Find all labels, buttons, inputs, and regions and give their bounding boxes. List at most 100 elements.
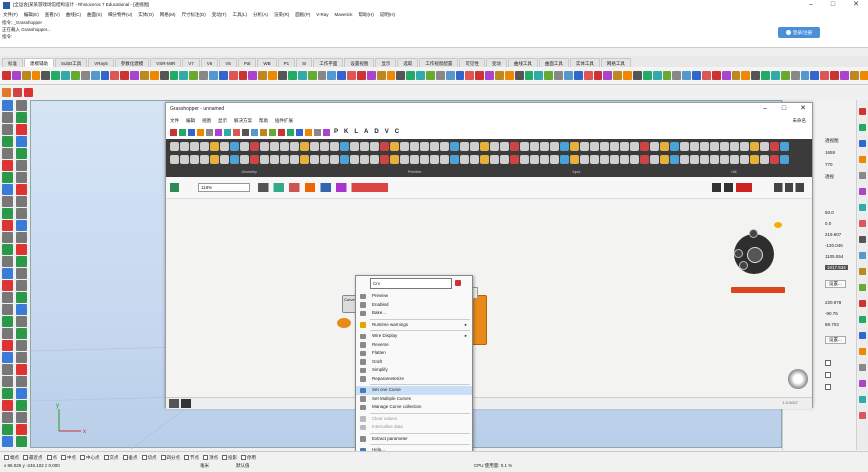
gh-component-icon[interactable] <box>400 142 409 151</box>
gh-component-icon[interactable] <box>410 142 419 151</box>
left-tool-icon[interactable] <box>2 292 13 303</box>
gh-tab-icon[interactable] <box>314 128 321 136</box>
toolbar-icon[interactable] <box>347 71 356 80</box>
gh-component-icon[interactable] <box>750 155 759 164</box>
osnap-checkbox[interactable] <box>141 455 147 460</box>
panel-tab-icon[interactable] <box>859 316 866 323</box>
property-value[interactable]: 设置... <box>825 336 846 344</box>
toolbar-icon[interactable] <box>524 71 534 80</box>
panel-tab-icon[interactable] <box>859 364 866 371</box>
gh-component-icon[interactable] <box>550 155 559 164</box>
brush-icon[interactable] <box>13 88 22 97</box>
toolbar-icon[interactable] <box>2 71 11 80</box>
gh-component-icon[interactable] <box>360 155 369 164</box>
gh-tab-icon[interactable] <box>242 128 249 136</box>
toolbar-tab[interactable]: 工作平面 <box>313 58 344 67</box>
gh-component-icon[interactable] <box>330 155 339 164</box>
gh-component-icon[interactable] <box>340 155 349 164</box>
toolbar-icon[interactable] <box>800 71 810 80</box>
menu-item[interactable]: 编辑(E) <box>24 12 39 18</box>
gh-component-icon[interactable] <box>360 142 369 151</box>
panel-tab-icon[interactable] <box>859 108 866 115</box>
gh-component-icon[interactable] <box>600 155 609 164</box>
gh-canvas[interactable]: Curve <box>166 199 812 397</box>
toolbar-icon[interactable] <box>613 71 623 80</box>
toolbar-icon[interactable] <box>692 71 702 80</box>
toolbar-icon[interactable] <box>652 71 662 80</box>
gh-component-icon[interactable] <box>580 155 589 164</box>
toolbar-icon[interactable] <box>100 71 110 80</box>
left-tool-icon[interactable] <box>15 328 27 339</box>
toolbar-tab[interactable]: WB <box>257 58 277 67</box>
toolbar-tab[interactable]: 实体工具 <box>569 58 600 67</box>
toolbar-icon[interactable] <box>356 71 366 80</box>
context-menu-item[interactable]: Wire Display ▸ <box>356 332 472 341</box>
gh-tab-letter[interactable]: V <box>385 129 389 135</box>
context-menu-item[interactable]: Simplify <box>356 366 472 375</box>
gh-component-icon[interactable] <box>390 142 399 151</box>
gh-component-icon[interactable] <box>280 142 289 151</box>
gh-component-icon[interactable] <box>420 142 429 151</box>
panel-tab-icon[interactable] <box>859 412 866 419</box>
toolbar-icon[interactable] <box>741 71 751 80</box>
osnap-checkbox[interactable] <box>4 455 9 460</box>
gh-component-icon[interactable] <box>430 142 439 151</box>
gh-component-icon[interactable] <box>520 155 529 164</box>
gh-component-icon[interactable] <box>450 155 459 164</box>
toolbar-tab[interactable]: 工作视窗配置 <box>419 58 459 67</box>
toolbar-icon[interactable] <box>287 71 297 80</box>
osnap-toggle[interactable]: 交点 <box>103 454 119 461</box>
command-prompt[interactable]: 指令: <box>0 33 868 40</box>
menu-item[interactable]: V-Ray <box>316 12 328 17</box>
gh-component-icon[interactable] <box>230 142 239 151</box>
left-tool-icon[interactable] <box>15 220 27 231</box>
gh-component-icon[interactable] <box>470 155 479 164</box>
toolbar-icon[interactable] <box>199 71 209 80</box>
gh-component-icon[interactable] <box>490 155 499 164</box>
toolbar-icon[interactable] <box>465 71 475 80</box>
gh-menu-item[interactable]: 文件 <box>170 115 179 126</box>
property-checkbox[interactable] <box>825 360 831 366</box>
toolbar-icon[interactable] <box>140 71 149 80</box>
gh-tab-letter[interactable]: A <box>364 129 368 135</box>
toolbar-tab[interactable]: 建模辅助 <box>24 58 54 67</box>
gh-minimize-button[interactable]: – <box>756 103 774 115</box>
toolbar-icon[interactable] <box>682 71 692 80</box>
gh-component-icon[interactable] <box>770 155 779 164</box>
toolbar-icon[interactable] <box>662 71 672 80</box>
gh-component-icon[interactable] <box>640 142 649 151</box>
osnap-toggle[interactable]: 中心点 <box>80 454 100 461</box>
context-menu-item[interactable]: Enabled <box>356 301 472 310</box>
toolbar-icon[interactable] <box>475 71 485 80</box>
gh-component-icon[interactable] <box>200 142 209 151</box>
gh-save-icon[interactable] <box>170 183 179 192</box>
minimize-button[interactable]: – <box>800 0 822 10</box>
gh-component-icon[interactable] <box>650 142 659 151</box>
toolbar-tab[interactable]: 曲线工具 <box>507 58 538 67</box>
context-menu-item[interactable]: Reverse <box>356 341 472 350</box>
left-tool-icon[interactable] <box>15 268 27 279</box>
menu-item[interactable]: 曲面(S) <box>87 12 102 18</box>
toolbar-icon[interactable] <box>11 71 21 80</box>
toolbar-tab[interactable]: 设置视图 <box>344 58 375 67</box>
left-tool-icon[interactable] <box>2 244 13 255</box>
gh-component-icon[interactable] <box>430 155 439 164</box>
left-tool-icon[interactable] <box>15 196 27 207</box>
grid-icon[interactable] <box>24 88 33 97</box>
osnap-toggle[interactable]: 最近点 <box>23 454 43 461</box>
osnap-checkbox[interactable] <box>103 455 109 460</box>
gh-component-icon[interactable] <box>540 142 549 151</box>
toolbar-icon[interactable] <box>544 71 554 80</box>
toolbar-icon[interactable] <box>120 71 130 80</box>
gh-component-icon[interactable] <box>730 155 739 164</box>
left-tool-icon[interactable] <box>2 340 13 351</box>
toolbar-icon[interactable] <box>327 71 337 80</box>
left-tool-icon[interactable] <box>15 376 27 387</box>
left-tool-icon[interactable] <box>2 412 13 423</box>
osnap-toggle[interactable]: 顶点 <box>203 454 218 461</box>
gh-tab-icon[interactable] <box>278 128 285 136</box>
left-tool-icon[interactable] <box>2 112 13 123</box>
toolbar-icon[interactable] <box>41 71 51 80</box>
gh-tab-letter[interactable]: P <box>334 129 338 135</box>
left-tool-icon[interactable] <box>2 160 13 171</box>
